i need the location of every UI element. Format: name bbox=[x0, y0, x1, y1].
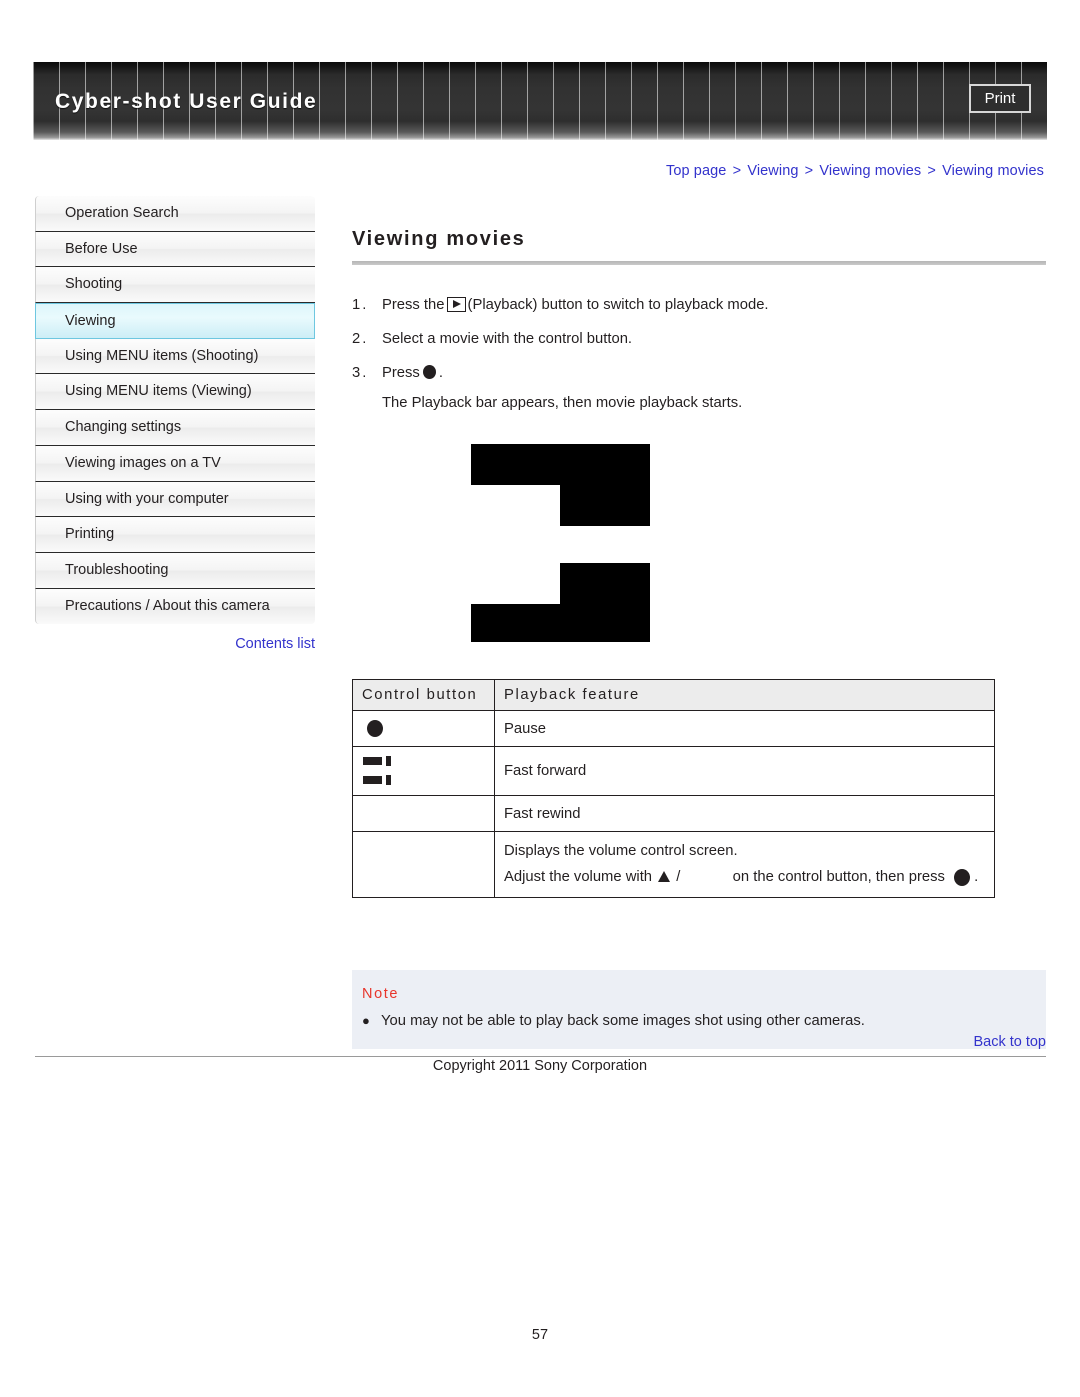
breadcrumb-separator: > bbox=[732, 163, 742, 179]
app-title: Cyber-shot User Guide bbox=[55, 90, 318, 113]
step-text: Select a movie with the control button. bbox=[382, 331, 633, 347]
center-dot-icon bbox=[422, 365, 436, 379]
sidebar-item-before-use[interactable]: Before Use bbox=[35, 231, 315, 268]
table-header-control-button: Control button bbox=[352, 679, 495, 711]
copyright-text: Copyright 2011 Sony Corporation bbox=[432, 1058, 648, 1074]
volume-line-2-d: . bbox=[974, 869, 979, 885]
control-button-table: Control button Playback feature Pause Fa… bbox=[352, 679, 995, 898]
figure-2-block-right bbox=[560, 563, 650, 604]
volume-line-2-c: on the control button, then press bbox=[732, 869, 945, 885]
sidebar-item-using-menu-items-shooting[interactable]: Using MENU items (Shooting) bbox=[35, 338, 315, 375]
breadcrumb-item-viewing[interactable]: Viewing bbox=[747, 163, 798, 179]
table-row: Fast forward bbox=[352, 746, 995, 796]
volume-line-2-b: / bbox=[676, 869, 681, 885]
illustration-figures bbox=[352, 436, 1046, 651]
page-number: 57 bbox=[531, 1327, 549, 1343]
table-cell-icon bbox=[352, 795, 495, 832]
step-number: 2. bbox=[352, 331, 369, 347]
back-to-top-link[interactable]: Back to top bbox=[352, 1034, 1046, 1050]
step-text-before: Press bbox=[382, 365, 420, 381]
app-header: Cyber-shot User Guide Print bbox=[33, 62, 1047, 140]
table-cell-icon bbox=[352, 710, 495, 747]
figure-1-block-top bbox=[471, 444, 650, 485]
sidebar-item-precautions-about-this-camera[interactable]: Precautions / About this camera bbox=[35, 588, 315, 625]
main-content: Viewing movies 1. Press the (Playback) bu… bbox=[352, 196, 1046, 1049]
playback-icon bbox=[446, 297, 466, 312]
table-cell-feature: Fast forward bbox=[494, 746, 995, 796]
volume-line-1: Displays the volume control screen. bbox=[504, 843, 738, 859]
step-number: 1. bbox=[352, 297, 369, 313]
note-title: Note bbox=[362, 986, 400, 1002]
breadcrumb: Top page > Viewing > Viewing movies > Vi… bbox=[666, 163, 1044, 179]
step-text-after: (Playback) button to switch to playback … bbox=[467, 297, 769, 313]
step-text: Press. bbox=[382, 363, 1046, 384]
sidebar-item-printing[interactable]: Printing bbox=[35, 517, 315, 553]
sidebar-item-using-with-your-computer[interactable]: Using with your computer bbox=[35, 481, 315, 518]
step-item-2: 2. Select a movie with the control butto… bbox=[352, 329, 1046, 350]
sidebar-item-changing-settings[interactable]: Changing settings bbox=[35, 410, 315, 446]
step-3-detail: The Playback bar appears, then movie pla… bbox=[382, 395, 743, 411]
step-item-1: 1. Press the (Playback) button to switch … bbox=[352, 295, 1046, 316]
step-text: Press the (Playback) button to switch to … bbox=[382, 295, 1046, 316]
title-divider bbox=[352, 261, 1046, 265]
table-row: Pause bbox=[352, 710, 995, 747]
figure-1-block-right bbox=[560, 485, 650, 526]
steps-list: 1. Press the (Playback) button to switch … bbox=[352, 295, 1046, 414]
bullet-icon: ● bbox=[362, 1013, 370, 1028]
breadcrumb-separator: > bbox=[927, 163, 936, 179]
step-number: 3. bbox=[352, 365, 369, 381]
breadcrumb-separator: > bbox=[804, 163, 814, 179]
table-cell-feature: Fast rewind bbox=[494, 795, 995, 832]
table-row: Fast rewind bbox=[352, 795, 995, 832]
center-dot-icon bbox=[367, 720, 383, 737]
sidebar-item-using-menu-items-viewing[interactable]: Using MENU items (Viewing) bbox=[35, 374, 315, 411]
sidebar-item-shooting[interactable]: Shooting bbox=[35, 267, 315, 304]
fast-forward-icon bbox=[363, 755, 396, 787]
note-item-text: You may not be able to play back some im… bbox=[381, 1013, 865, 1029]
table-cell-feature: Displays the volume control screen. Adju… bbox=[494, 831, 995, 898]
sidebar-item-viewing-images-on-a-tv[interactable]: Viewing images on a TV bbox=[35, 445, 315, 482]
note-item: ● You may not be able to play back some … bbox=[356, 1011, 1046, 1031]
print-button[interactable]: Print bbox=[969, 84, 1031, 113]
sidebar-item-troubleshooting[interactable]: Troubleshooting bbox=[35, 552, 315, 589]
table-cell-icon bbox=[352, 831, 495, 898]
sidebar-item-viewing[interactable]: Viewing bbox=[35, 303, 315, 339]
breadcrumb-item-top-page[interactable]: Top page bbox=[666, 163, 726, 179]
table-row: Displays the volume control screen. Adju… bbox=[352, 831, 995, 898]
up-arrow-icon bbox=[658, 871, 671, 882]
page-title: Viewing movies bbox=[352, 228, 526, 250]
table-header-row: Control button Playback feature bbox=[352, 679, 995, 711]
contents-list-link[interactable]: Contents list bbox=[35, 636, 315, 652]
table-header-playback-feature: Playback feature bbox=[494, 679, 995, 711]
table-cell-icon bbox=[352, 746, 495, 796]
step-text-before: Press the bbox=[382, 297, 445, 313]
breadcrumb-item-viewing-movies[interactable]: Viewing movies bbox=[819, 163, 921, 179]
figure-2-block-bottom bbox=[471, 604, 650, 642]
breadcrumb-item-current[interactable]: Viewing movies bbox=[942, 163, 1044, 179]
center-dot-icon bbox=[954, 868, 971, 886]
table-cell-feature: Pause bbox=[494, 710, 995, 747]
sidebar-item-operation-search[interactable]: Operation Search bbox=[35, 196, 315, 232]
footer-divider bbox=[35, 1056, 1046, 1057]
sidebar-nav: Operation Search Before Use Shooting Vie… bbox=[35, 196, 315, 625]
step-item-3: 3. Press. bbox=[352, 363, 1046, 384]
step-text-after: . bbox=[438, 365, 443, 381]
volume-line-2-a: Adjust the volume with bbox=[504, 869, 653, 885]
